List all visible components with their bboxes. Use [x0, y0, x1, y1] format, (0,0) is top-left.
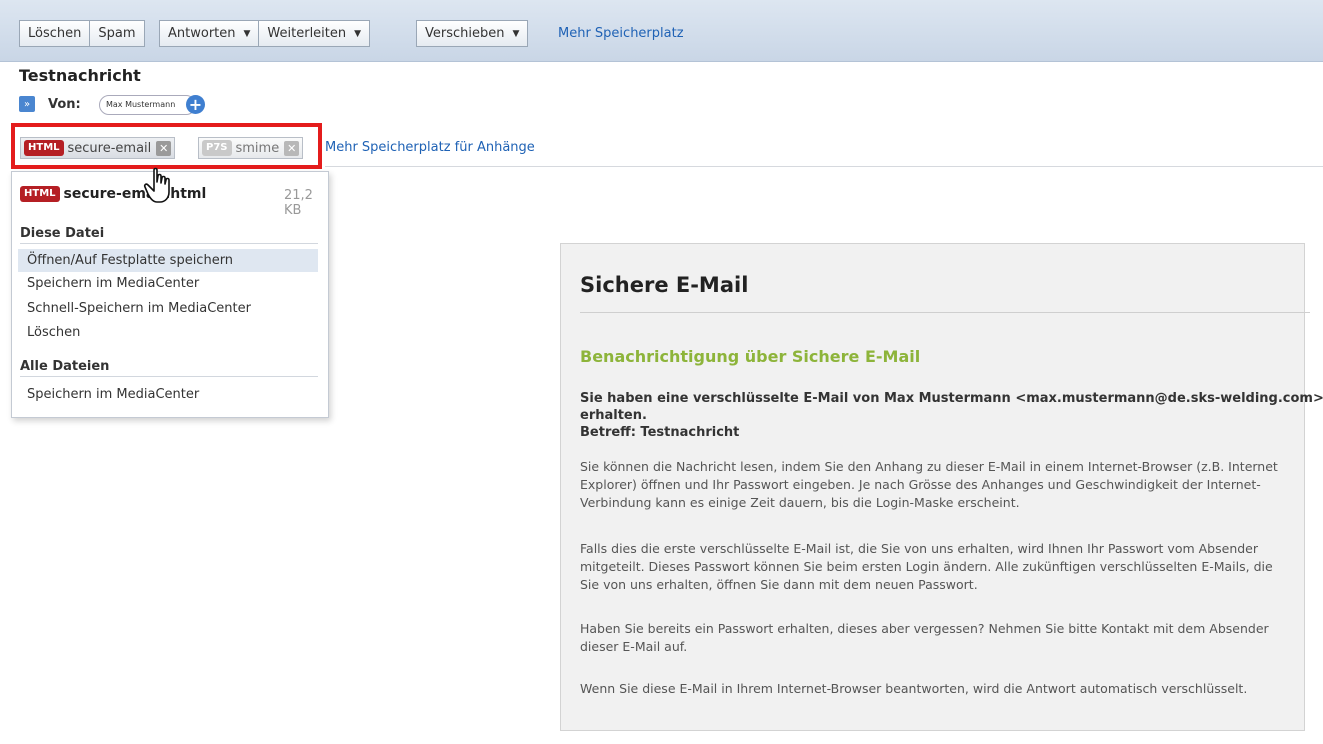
move-button[interactable]: Verschieben ▼	[416, 20, 529, 47]
toolbar: Löschen Spam Antworten ▼ Weiterleiten ▼ Ve…	[0, 0, 1323, 62]
attachment-chip-html[interactable]: HTML secure-email ✕	[20, 137, 176, 159]
spam-label: Spam	[98, 26, 136, 41]
menu-item-delete[interactable]: Löschen	[18, 321, 318, 344]
reply-label: Antworten	[168, 26, 236, 41]
body-paragraph-3: Haben Sie bereits ein Passwort erhalten,…	[580, 621, 1269, 654]
reply-button[interactable]: Antworten ▼	[159, 20, 260, 47]
card-lead: Sie haben eine verschlüsselte E-Mail von…	[580, 390, 1323, 441]
chevron-down-icon: ▼	[512, 28, 520, 39]
attachment-chip-p7s[interactable]: P7S smime ✕	[198, 137, 304, 159]
p7s-badge: P7S	[202, 140, 232, 156]
add-contact-icon[interactable]: +	[186, 95, 205, 114]
all-files-heading: Alle Dateien	[20, 359, 318, 377]
more-attachment-storage-link[interactable]: Mehr Speicherplatz für Anhänge	[325, 140, 535, 155]
reply-forward-group: Antworten ▼ Weiterleiten ▼	[159, 20, 371, 47]
attachment-name: smime	[235, 140, 280, 156]
chevron-down-icon: ▼	[243, 28, 251, 39]
card-subtitle: Benachrichtigung über Sichere E-Mail	[580, 347, 921, 366]
body-paragraph-2: Falls dies die erste verschlüsselte E-Ma…	[580, 541, 1273, 592]
hand-cursor-icon	[143, 167, 170, 203]
body-paragraph-4: Wenn Sie diese E-Mail in Ihrem Internet-…	[580, 681, 1248, 696]
menu-file-size: 21,2 KB	[284, 188, 313, 218]
this-file-heading: Diese Datei	[20, 226, 318, 244]
html-badge: HTML	[24, 140, 64, 156]
menu-item-quick-save-mediacenter[interactable]: Schnell-Speichern im MediaCenter	[18, 297, 318, 320]
subject-line: Betreff: Testnachricht	[580, 425, 740, 440]
attachment-name: secure-email	[67, 140, 152, 156]
lead-text: Sie haben eine verschlüsselte E-Mail von…	[580, 391, 1323, 423]
expand-header-icon[interactable]: »	[19, 96, 35, 112]
from-label: Von:	[48, 97, 81, 112]
delete-spam-group: Löschen Spam	[19, 20, 145, 47]
more-storage-link[interactable]: Mehr Speicherplatz	[558, 26, 684, 41]
menu-item-save-all-mediacenter[interactable]: Speichern im MediaCenter	[18, 383, 318, 406]
html-badge: HTML	[20, 186, 60, 202]
card-title: Sichere E-Mail	[580, 273, 749, 297]
forward-label: Weiterleiten	[267, 26, 347, 41]
card-divider	[580, 312, 1310, 313]
forward-button[interactable]: Weiterleiten ▼	[259, 20, 371, 47]
delete-button[interactable]: Löschen	[19, 20, 91, 47]
message-subject: Testnachricht	[19, 66, 141, 85]
menu-item-save-mediacenter[interactable]: Speichern im MediaCenter	[18, 272, 318, 295]
chevron-down-icon: ▼	[354, 28, 362, 39]
menu-item-open-save[interactable]: Öffnen/Auf Festplatte speichern	[18, 249, 318, 272]
sender-chip[interactable]: Max Mustermann	[99, 95, 197, 115]
remove-attachment-icon[interactable]: ✕	[284, 140, 300, 156]
move-group: Verschieben ▼	[416, 20, 529, 47]
email-body-card: Sichere E-Mail Benachrichtigung über Sic…	[560, 243, 1323, 731]
spam-button[interactable]: Spam	[90, 20, 145, 47]
move-label: Verschieben	[425, 26, 505, 41]
header-divider	[325, 166, 1323, 167]
attachment-menu: HTML secure-email.html 21,2 KB Diese Dat…	[11, 171, 329, 418]
delete-label: Löschen	[28, 26, 82, 41]
remove-attachment-icon[interactable]: ✕	[156, 140, 172, 156]
body-paragraph-1: Sie können die Nachricht lesen, indem Si…	[580, 459, 1278, 510]
menu-file-name: secure-email.html	[63, 186, 207, 202]
attachments-highlight: HTML secure-email ✕ P7S smime ✕	[11, 123, 322, 169]
